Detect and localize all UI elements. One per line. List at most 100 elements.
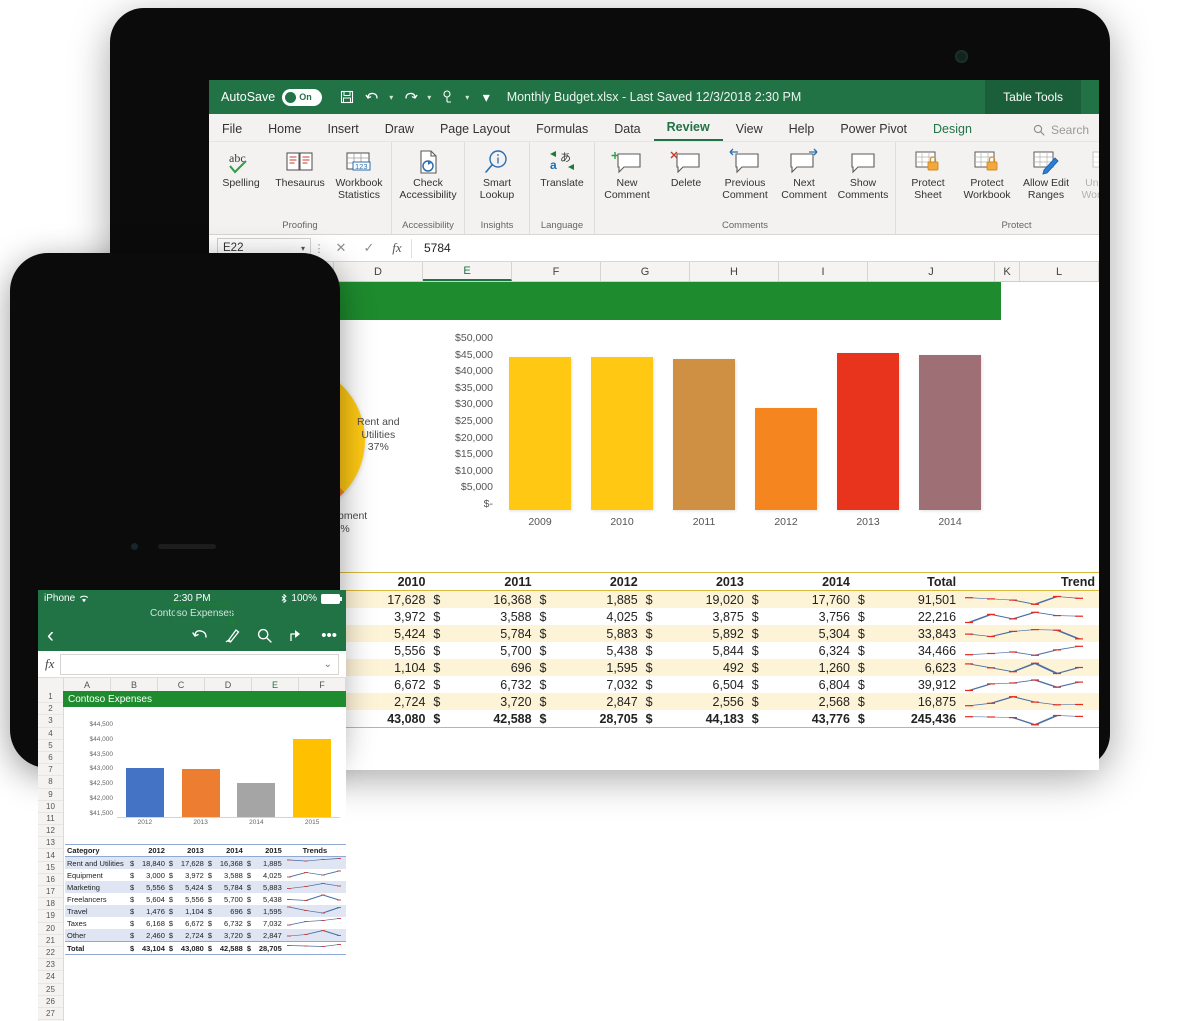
ph-cell-value[interactable]: 6,168: [139, 917, 167, 929]
ph-sparkline-cell[interactable]: [284, 881, 346, 893]
tab-page-layout[interactable]: Page Layout: [427, 118, 523, 141]
tab-view[interactable]: View: [723, 118, 776, 141]
ph-cell-value[interactable]: 5,700: [217, 893, 245, 905]
phone-column-header-b[interactable]: B: [111, 678, 158, 691]
formula-input[interactable]: 5784: [411, 238, 1099, 258]
bar-2011[interactable]: [673, 359, 735, 510]
cell-value[interactable]: 5,424: [342, 625, 430, 642]
ph-cell-value[interactable]: 4,025: [256, 869, 284, 881]
sparkline-cell[interactable]: [960, 591, 1099, 609]
cell-value[interactable]: 43,776: [766, 710, 854, 728]
tab-review[interactable]: Review: [653, 116, 723, 141]
ph-cell-value[interactable]: 18,840: [139, 857, 167, 870]
ph-cell-value[interactable]: 42,588: [217, 942, 245, 955]
ph-cell-value[interactable]: 2,724: [178, 929, 206, 942]
ph-cell-value[interactable]: 3,720: [217, 929, 245, 942]
phone-column-header-f[interactable]: F: [299, 678, 346, 691]
tab-data[interactable]: Data: [601, 118, 653, 141]
bar-chart[interactable]: $50,000 $45,000 $40,000 $35,000 $30,000 …: [437, 326, 997, 564]
sparkline-cell[interactable]: [960, 676, 1099, 693]
delete-comment-button[interactable]: Delete: [657, 146, 715, 190]
cell-value[interactable]: 3,756: [766, 608, 854, 625]
ph-cell-value[interactable]: 696: [217, 905, 245, 917]
ph-cell-value[interactable]: 5,556: [178, 893, 206, 905]
ph-cell-value[interactable]: 5,556: [139, 881, 167, 893]
phone-formula-input[interactable]: ⌄: [60, 653, 339, 675]
cell-value[interactable]: 7,032: [554, 676, 642, 693]
phone-budget-table[interactable]: Category 2012 2013 2014 2015 Trends Rent…: [65, 844, 346, 955]
autosave-toggle[interactable]: AutoSave On: [221, 88, 323, 106]
cell-value[interactable]: 4,025: [554, 608, 642, 625]
row-header[interactable]: 19: [38, 910, 63, 923]
ph-cell-category[interactable]: Marketing: [65, 881, 128, 893]
ph-sparkline-cell[interactable]: [284, 942, 346, 955]
ph-cell-category[interactable]: Equipment: [65, 869, 128, 881]
cell-total[interactable]: 6,623: [872, 659, 960, 676]
redo-chevron-down-icon[interactable]: ▾: [424, 93, 434, 102]
cell-value[interactable]: 28,705: [553, 710, 642, 728]
ph-cell-category[interactable]: Other: [65, 929, 128, 942]
row-header[interactable]: 26: [38, 996, 63, 1008]
next-comment-button[interactable]: Next Comment: [775, 146, 833, 202]
spelling-button[interactable]: abc Spelling: [212, 146, 270, 190]
ph-sparkline-cell[interactable]: [284, 857, 346, 870]
cell-value[interactable]: 5,304: [766, 625, 854, 642]
phone-table-row[interactable]: Marketing $ 5,556 $ 5,424 $ 5,784 $ 5,88…: [65, 881, 346, 894]
column-header-g[interactable]: G: [601, 262, 690, 281]
row-header[interactable]: 27: [38, 1008, 63, 1021]
sparkline-cell[interactable]: [960, 659, 1099, 676]
bar-2009[interactable]: [509, 357, 571, 510]
ph-cell-value[interactable]: 1,476: [139, 905, 167, 917]
cell-value[interactable]: 1,260: [766, 659, 854, 676]
tab-formulas[interactable]: Formulas: [523, 118, 601, 141]
ph-cell-category[interactable]: Rent and Utilities: [65, 857, 128, 870]
ph-cell-value[interactable]: 5,883: [256, 881, 284, 893]
phone-bar-2012[interactable]: [125, 768, 164, 817]
column-header-i[interactable]: I: [779, 262, 868, 281]
undo-icon[interactable]: [361, 86, 383, 108]
ph-cell-value[interactable]: 43,080: [178, 942, 206, 955]
bar-2010[interactable]: [591, 357, 653, 510]
cell-value[interactable]: 6,732: [448, 676, 536, 693]
cell-value[interactable]: 44,183: [660, 710, 748, 728]
row-header[interactable]: 13: [38, 837, 63, 850]
fx-icon[interactable]: fx: [383, 240, 411, 256]
column-header-d[interactable]: D: [334, 262, 423, 281]
back-icon[interactable]: ‹: [47, 625, 54, 646]
autosave-switch[interactable]: On: [282, 88, 323, 106]
ph-cell-value[interactable]: 7,032: [256, 917, 284, 929]
formula-bar-handle[interactable]: ⋮: [311, 242, 327, 255]
cell-value[interactable]: 5,784: [448, 625, 536, 642]
sparkline-cell[interactable]: [960, 710, 1099, 728]
row-header[interactable]: 9: [38, 789, 63, 801]
cell-value[interactable]: 2,724: [342, 693, 430, 710]
column-header-f[interactable]: F: [512, 262, 601, 281]
translate-button[interactable]: aあ Translate: [533, 146, 591, 190]
sparkline-cell[interactable]: [960, 608, 1099, 625]
ph-cell-value[interactable]: 16,368: [217, 857, 245, 870]
row-header[interactable]: 4: [38, 728, 63, 740]
ph-cell-value[interactable]: 1,104: [178, 905, 206, 917]
phone-column-header-d[interactable]: D: [205, 678, 252, 691]
row-header[interactable]: 6: [38, 752, 63, 765]
touch-mode-icon[interactable]: [437, 86, 459, 108]
ph-sparkline-cell[interactable]: [284, 917, 346, 929]
ph-sparkline-cell[interactable]: [284, 929, 346, 942]
phone-table-row[interactable]: Freelancers $ 5,604 $ 5,556 $ 5,700 $ 5,…: [65, 893, 346, 905]
smart-lookup-button[interactable]: Smart Lookup: [468, 146, 526, 202]
phone-column-header-a[interactable]: A: [64, 678, 111, 691]
row-header[interactable]: 8: [38, 776, 63, 789]
previous-comment-button[interactable]: Previous Comment: [716, 146, 774, 202]
ph-cell-value[interactable]: 6,672: [178, 917, 206, 929]
row-header[interactable]: 23: [38, 959, 63, 972]
search-box[interactable]: Search: [1033, 123, 1089, 137]
row-header[interactable]: 10: [38, 801, 63, 813]
close-icon[interactable]: ✕: [327, 240, 355, 256]
phone-table-total-row[interactable]: Total $ 43,104 $ 43,080 $ 42,588 $ 28,70…: [65, 941, 346, 955]
row-header[interactable]: 12: [38, 825, 63, 838]
row-header[interactable]: 7: [38, 764, 63, 777]
cell-value[interactable]: 43,080: [341, 710, 430, 728]
phone-select-all-corner[interactable]: [38, 678, 64, 691]
cell-value[interactable]: 6,324: [766, 642, 854, 659]
ph-cell-value[interactable]: 28,705: [256, 942, 284, 955]
